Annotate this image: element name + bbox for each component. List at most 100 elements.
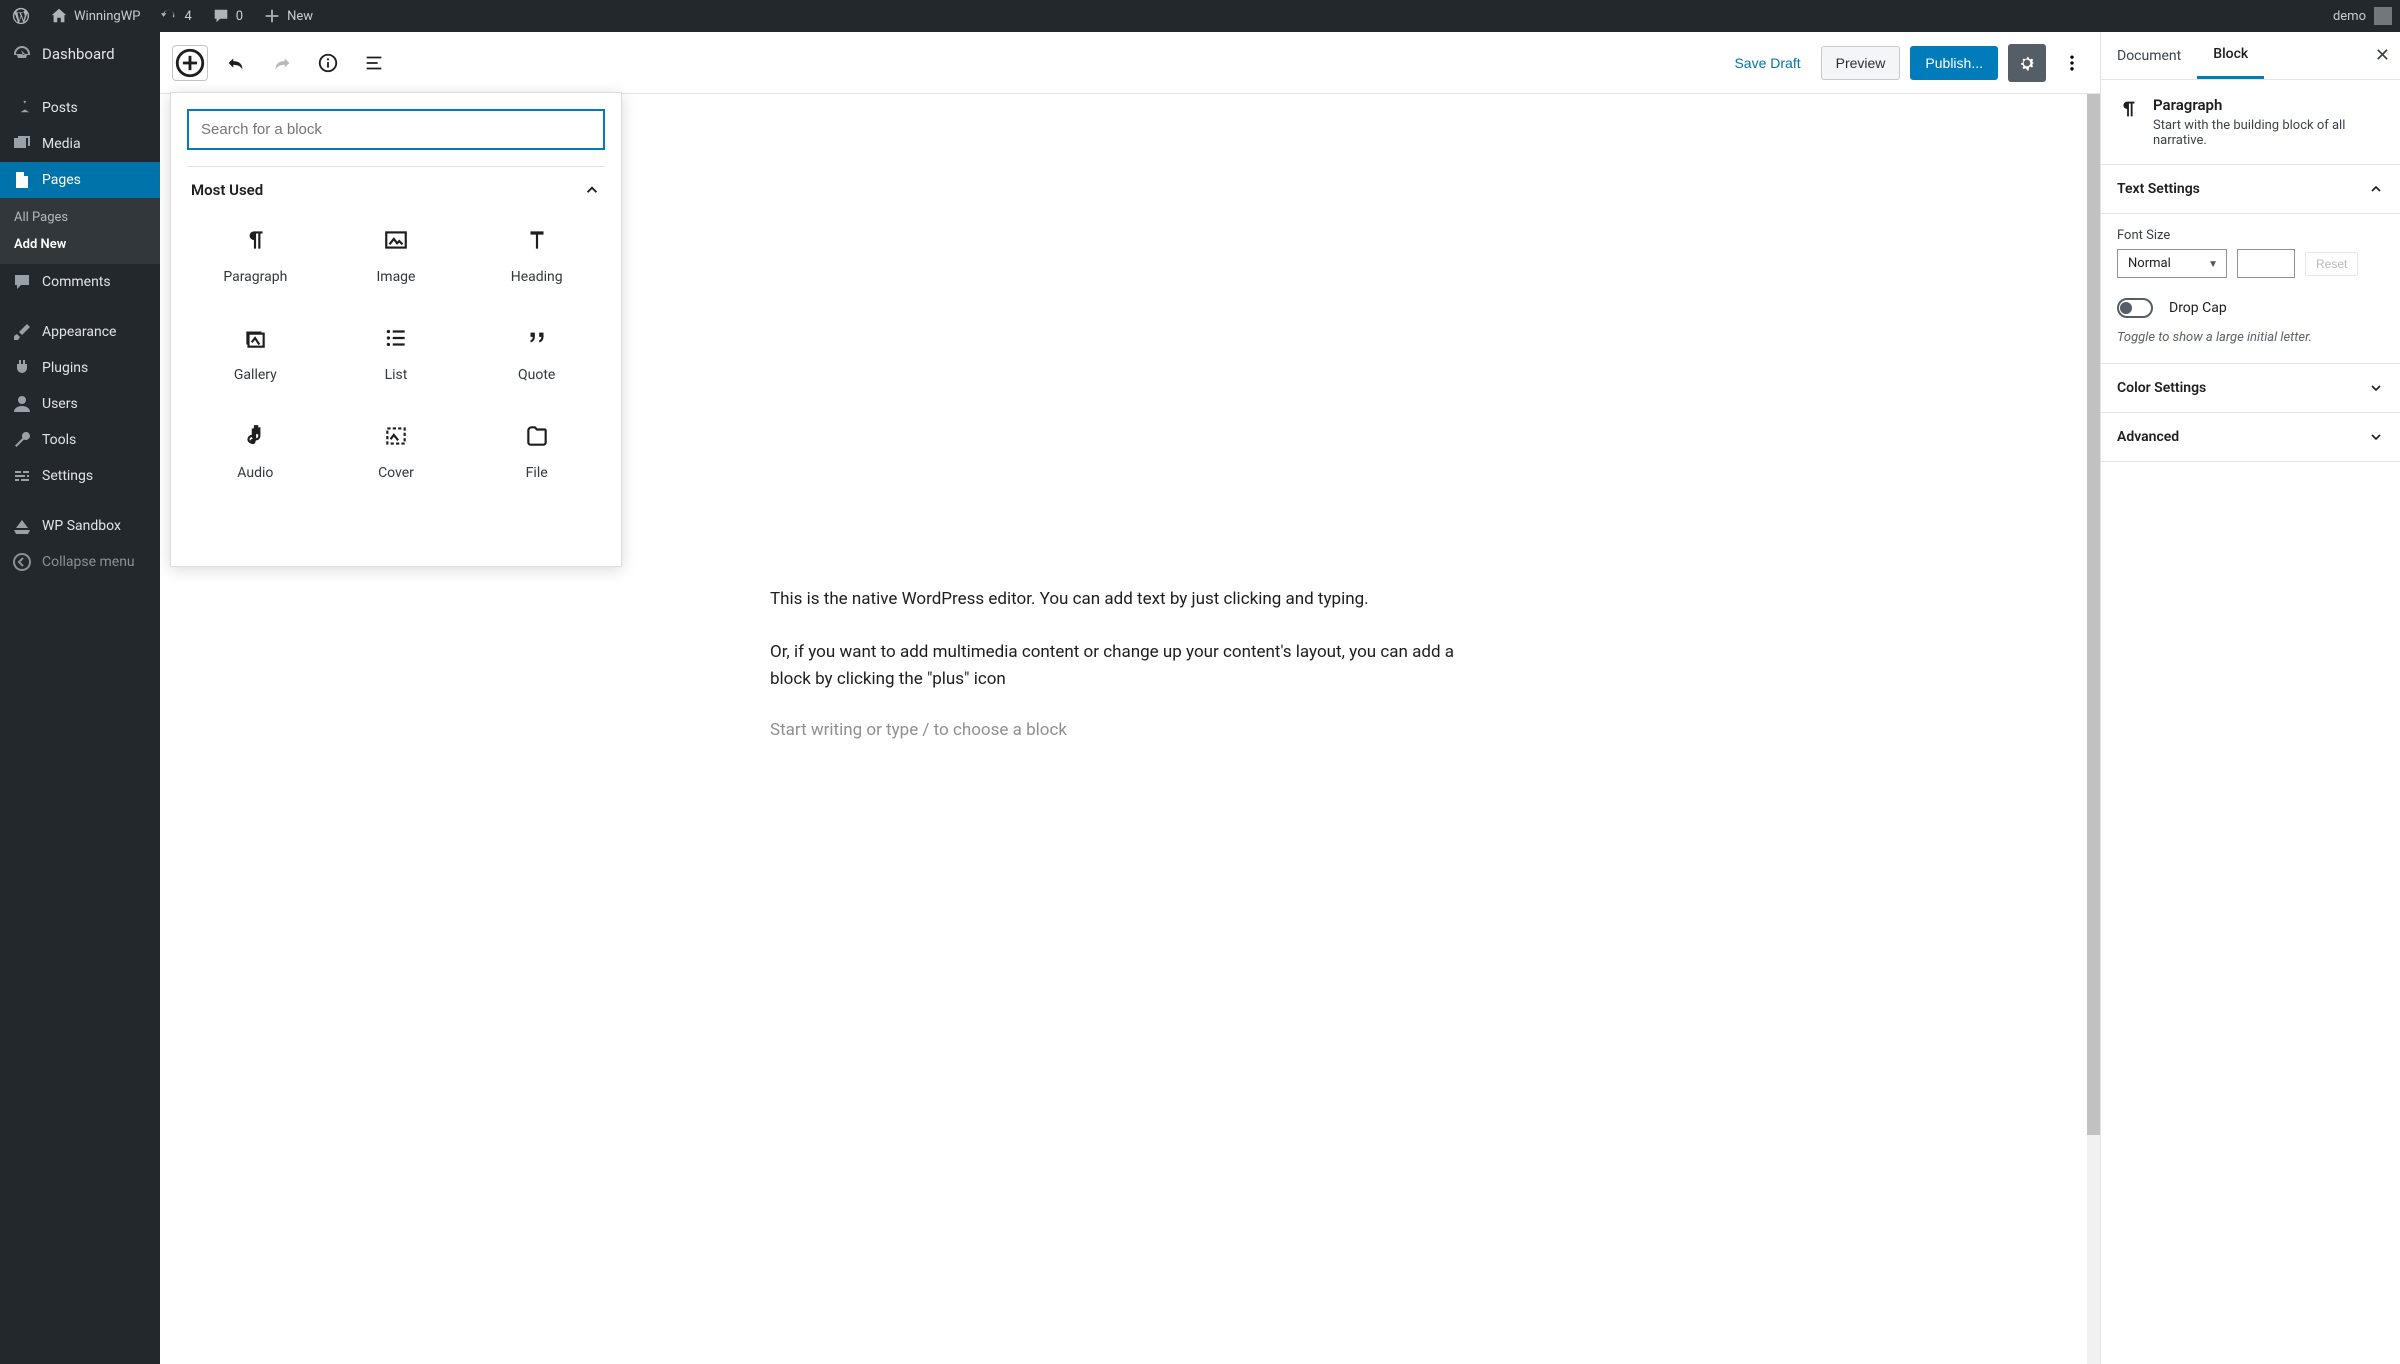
sidebar-collapse[interactable]: Collapse menu bbox=[0, 544, 160, 580]
sliders-icon bbox=[12, 466, 32, 486]
toggle-knob bbox=[2120, 302, 2132, 314]
publish-button[interactable]: Publish... bbox=[1910, 46, 1998, 80]
chevron-down-icon bbox=[2368, 429, 2384, 445]
info-button[interactable] bbox=[310, 45, 346, 81]
brush-icon bbox=[12, 322, 32, 342]
admin-bar: WinningWP 4 0 New demo bbox=[0, 0, 2400, 32]
sidebar-item-appearance[interactable]: Appearance bbox=[0, 314, 160, 350]
sidebar-item-tools[interactable]: Tools bbox=[0, 422, 160, 458]
chevron-up-icon bbox=[2368, 181, 2384, 197]
tab-document[interactable]: Document bbox=[2101, 32, 2197, 79]
outline-button[interactable] bbox=[356, 45, 392, 81]
home-icon bbox=[50, 7, 68, 25]
avatar[interactable] bbox=[2374, 7, 2392, 25]
sidebar-item-plugins[interactable]: Plugins bbox=[0, 350, 160, 386]
sidebar-item-media[interactable]: Media bbox=[0, 126, 160, 162]
settings-panel: Document Block ✕ Paragraph Start with th… bbox=[2100, 32, 2400, 1364]
new-block-placeholder[interactable]: Start writing or type / to choose a bloc… bbox=[770, 720, 1490, 740]
block-item-label: File bbox=[526, 465, 548, 481]
image-icon bbox=[383, 227, 409, 253]
block-item-list[interactable]: List bbox=[328, 307, 465, 401]
inserter-category-header[interactable]: Most Used bbox=[187, 167, 605, 209]
sidebar-item-pages[interactable]: Pages bbox=[0, 162, 160, 198]
block-item-paragraph[interactable]: Paragraph bbox=[187, 209, 324, 303]
block-item-gallery[interactable]: Gallery bbox=[187, 307, 324, 401]
sidebar-item-label: Comments bbox=[42, 274, 111, 290]
block-item-image[interactable]: Image bbox=[328, 209, 465, 303]
block-item-label: Cover bbox=[378, 465, 414, 481]
chevron-down-icon bbox=[2368, 380, 2384, 396]
color-settings-title: Color Settings bbox=[2117, 380, 2206, 396]
font-size-reset-button[interactable]: Reset bbox=[2305, 252, 2358, 276]
content-paragraph-1[interactable]: This is the native WordPress editor. You… bbox=[770, 586, 1490, 613]
sidebar-item-label: Appearance bbox=[42, 324, 116, 340]
block-item-quote[interactable]: Quote bbox=[468, 307, 605, 401]
font-size-input[interactable] bbox=[2237, 249, 2295, 278]
file-icon bbox=[524, 423, 550, 449]
block-item-label: Paragraph bbox=[223, 269, 287, 285]
sidebar-item-users[interactable]: Users bbox=[0, 386, 160, 422]
site-name-link[interactable]: WinningWP bbox=[46, 7, 144, 25]
user-name[interactable]: demo bbox=[2333, 9, 2366, 24]
new-content-link[interactable]: New bbox=[259, 7, 317, 25]
updates-link[interactable]: 4 bbox=[156, 7, 195, 25]
sidebar-item-label: Dashboard bbox=[42, 45, 115, 63]
block-name: Paragraph bbox=[2153, 96, 2384, 114]
block-item-file[interactable]: File bbox=[468, 405, 605, 499]
updates-count: 4 bbox=[184, 9, 191, 24]
sidebar-item-label: Posts bbox=[42, 100, 78, 116]
add-block-button[interactable] bbox=[172, 45, 208, 81]
gallery-icon bbox=[242, 325, 268, 351]
settings-toggle-button[interactable] bbox=[2008, 44, 2046, 82]
advanced-header[interactable]: Advanced bbox=[2101, 413, 2400, 462]
block-item-cover[interactable]: Cover bbox=[328, 405, 465, 499]
site-name: WinningWP bbox=[74, 9, 140, 24]
editor-main: Save Draft Preview Publish... Most Used bbox=[160, 32, 2100, 1364]
sidebar-subitem-all-pages[interactable]: All Pages bbox=[0, 204, 160, 231]
sidebar-item-sandbox[interactable]: WP Sandbox bbox=[0, 508, 160, 544]
color-settings-header[interactable]: Color Settings bbox=[2101, 364, 2400, 413]
font-size-select[interactable]: Normal bbox=[2117, 249, 2227, 278]
text-settings-header[interactable]: Text Settings bbox=[2101, 165, 2400, 214]
undo-button[interactable] bbox=[218, 45, 254, 81]
canvas-content: This is the native WordPress editor. You… bbox=[770, 96, 1490, 820]
canvas-scrollbar-thumb[interactable] bbox=[2087, 94, 2100, 1135]
sidebar-item-label: Settings bbox=[42, 468, 93, 484]
sidebar-item-dashboard[interactable]: Dashboard bbox=[0, 32, 160, 76]
drop-cap-row: Drop Cap bbox=[2117, 298, 2384, 318]
paragraph-icon bbox=[2117, 98, 2139, 120]
quote-icon bbox=[524, 325, 550, 351]
plus-icon bbox=[263, 7, 281, 25]
tab-block[interactable]: Block bbox=[2197, 32, 2264, 79]
update-icon bbox=[160, 7, 178, 25]
text-settings-body: Font Size Normal Reset Drop Cap Toggle t… bbox=[2101, 214, 2400, 364]
save-draft-button[interactable]: Save Draft bbox=[1724, 47, 1810, 79]
close-settings-button[interactable]: ✕ bbox=[2375, 45, 2390, 66]
preview-button[interactable]: Preview bbox=[1821, 46, 1901, 80]
block-item-label: Image bbox=[376, 269, 415, 285]
drop-cap-help: Toggle to show a large initial letter. bbox=[2117, 330, 2384, 345]
paragraph-icon bbox=[242, 227, 268, 253]
block-search-input[interactable] bbox=[187, 109, 605, 150]
sidebar-item-label: Users bbox=[42, 396, 78, 412]
block-item-label: Heading bbox=[511, 269, 563, 285]
block-item-heading[interactable]: Heading bbox=[468, 209, 605, 303]
block-item-label: Gallery bbox=[234, 367, 277, 383]
comments-link[interactable]: 0 bbox=[208, 7, 247, 25]
redo-button[interactable] bbox=[264, 45, 300, 81]
more-options-button[interactable] bbox=[2056, 44, 2088, 82]
comments-count: 0 bbox=[236, 9, 243, 24]
block-item-audio[interactable]: Audio bbox=[187, 405, 324, 499]
content-paragraph-2[interactable]: Or, if you want to add multimedia conten… bbox=[770, 639, 1490, 693]
wp-logo[interactable] bbox=[8, 7, 34, 25]
media-icon bbox=[12, 134, 32, 154]
sandbox-icon bbox=[12, 516, 32, 536]
drop-cap-toggle[interactable] bbox=[2117, 298, 2153, 318]
sidebar-item-posts[interactable]: Posts bbox=[0, 90, 160, 126]
dashboard-icon bbox=[12, 44, 32, 64]
sidebar-item-settings[interactable]: Settings bbox=[0, 458, 160, 494]
sidebar-subitem-add-new[interactable]: Add New bbox=[0, 231, 160, 258]
undo-icon bbox=[225, 52, 247, 74]
sidebar-item-comments[interactable]: Comments bbox=[0, 264, 160, 300]
new-label: New bbox=[287, 9, 313, 24]
